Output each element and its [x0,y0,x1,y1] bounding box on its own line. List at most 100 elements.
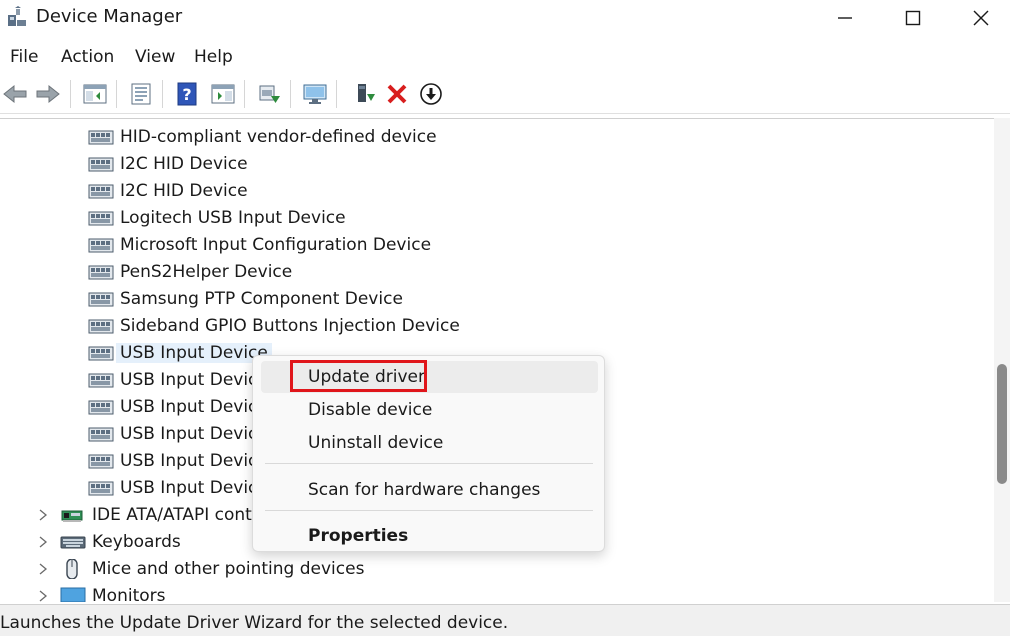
device-label: USB Input Device [120,477,268,498]
list-item[interactable]: PenS2Helper Device [88,258,292,285]
menu-separator [265,463,593,464]
hid-device-icon [88,400,114,414]
status-text: Launches the Update Driver Wizard for th… [0,613,509,633]
device-label: PenS2Helper Device [120,261,293,282]
menu-separator [265,510,593,511]
list-item[interactable]: USB Input Device [88,366,268,393]
list-item[interactable]: USB Input Device [88,447,268,474]
disable-device-button[interactable] [416,79,446,109]
menu-file[interactable]: File [10,47,38,67]
toolbar-separator [70,80,71,108]
category-label: Monitors [92,585,166,603]
uninstall-icon [387,84,407,104]
uninstall-button[interactable] [382,79,412,109]
list-item[interactable]: Microsoft Input Configuration Device [88,231,431,258]
ide-controller-icon [61,510,83,522]
menu-item-properties[interactable]: Properties [261,520,598,552]
close-icon [973,10,989,26]
hid-device-icon [88,211,114,225]
hid-device-icon [88,346,114,360]
device-label: USB Input Device [120,423,268,444]
action-pane-button[interactable] [208,79,238,109]
list-item[interactable]: Samsung PTP Component Device [88,285,403,312]
disable-device-icon [420,83,442,105]
keyboard-icon [60,536,86,548]
list-item[interactable]: USB Input Device [88,420,268,447]
minimize-icon [838,17,852,19]
scrollbar-thumb[interactable] [997,364,1007,484]
hid-device-icon [88,292,114,306]
hid-device-icon [88,319,114,333]
toolbar-separator [336,80,337,108]
close-button[interactable] [948,0,1010,36]
device-label: I2C HID Device [120,180,248,201]
device-label: Sideband GPIO Buttons Injection Device [120,315,460,336]
category-keyboards[interactable]: Keyboards [60,528,181,555]
list-item[interactable]: Sideband GPIO Buttons Injection Device [88,312,460,339]
menu-item-disable-device[interactable]: Disable device [261,394,598,426]
back-button[interactable] [0,79,30,109]
list-item[interactable]: I2C HID Device [88,150,248,177]
scan-hardware-icon [303,84,327,104]
highlight-annotation-box [290,360,427,392]
device-label: I2C HID Device [120,153,248,174]
list-item-selected[interactable]: USB Input Device [88,339,272,366]
hid-device-icon [88,454,114,468]
hid-device-icon [88,427,114,441]
toolbar: ? [0,74,1010,114]
update-driver-icon [259,85,280,103]
device-label: HID-compliant vendor-defined device [120,126,437,147]
expand-chevron[interactable] [36,508,50,522]
update-driver-button[interactable] [254,79,284,109]
list-item[interactable]: HID-compliant vendor-defined device [88,123,437,150]
show-hide-console-tree-button[interactable] [80,79,110,109]
category-mice[interactable]: Mice and other pointing devices [60,555,364,582]
monitor-icon [60,587,86,602]
action-pane-icon [211,84,235,104]
list-item[interactable]: I2C HID Device [88,177,248,204]
mouse-icon [66,558,78,579]
chevron-right-icon [39,590,48,602]
device-label: Microsoft Input Configuration Device [120,234,432,255]
menu-action[interactable]: Action [61,47,114,67]
hid-device-icon [88,157,114,171]
minimize-button[interactable] [812,0,878,36]
device-label: USB Input Device [120,396,268,417]
help-icon: ? [177,82,197,106]
help-button[interactable]: ? [172,79,202,109]
toolbar-separator [244,80,245,108]
forward-button[interactable] [33,79,63,109]
properties-button[interactable] [126,79,156,109]
maximize-icon [905,10,921,26]
hid-device-icon [88,238,114,252]
properties-icon [131,83,151,105]
expand-chevron[interactable] [36,589,50,602]
window-title: Device Manager [36,6,183,27]
category-monitors[interactable]: Monitors [60,582,165,602]
show-hide-console-tree-icon [83,84,107,104]
hid-device-icon [88,481,114,495]
status-bar: Launches the Update Driver Wizard for th… [0,604,1010,636]
list-item[interactable]: USB Input Device [88,474,268,501]
scan-hardware-button[interactable] [300,79,330,109]
add-legacy-hardware-button[interactable] [350,79,380,109]
expand-chevron[interactable] [36,535,50,549]
category-label: Keyboards [92,531,181,552]
menu-item-uninstall-device[interactable]: Uninstall device [261,427,598,459]
device-label: USB Input Device [116,342,272,363]
list-item[interactable]: USB Input Device [88,393,268,420]
maximize-button[interactable] [880,0,946,36]
category-label: Mice and other pointing devices [92,558,365,579]
list-item[interactable]: Logitech USB Input Device [88,204,346,231]
menu-help[interactable]: Help [194,47,233,67]
menu-item-scan-hardware[interactable]: Scan for hardware changes [261,474,598,506]
vertical-scrollbar[interactable] [994,118,1010,602]
expand-chevron[interactable] [36,562,50,576]
hid-device-icon [88,265,114,279]
device-label: USB Input Device [120,450,268,471]
forward-arrow-icon [36,84,60,104]
toolbar-separator [162,80,163,108]
add-legacy-hardware-icon [358,84,375,102]
menu-view[interactable]: View [135,47,175,67]
chevron-right-icon [39,536,48,548]
